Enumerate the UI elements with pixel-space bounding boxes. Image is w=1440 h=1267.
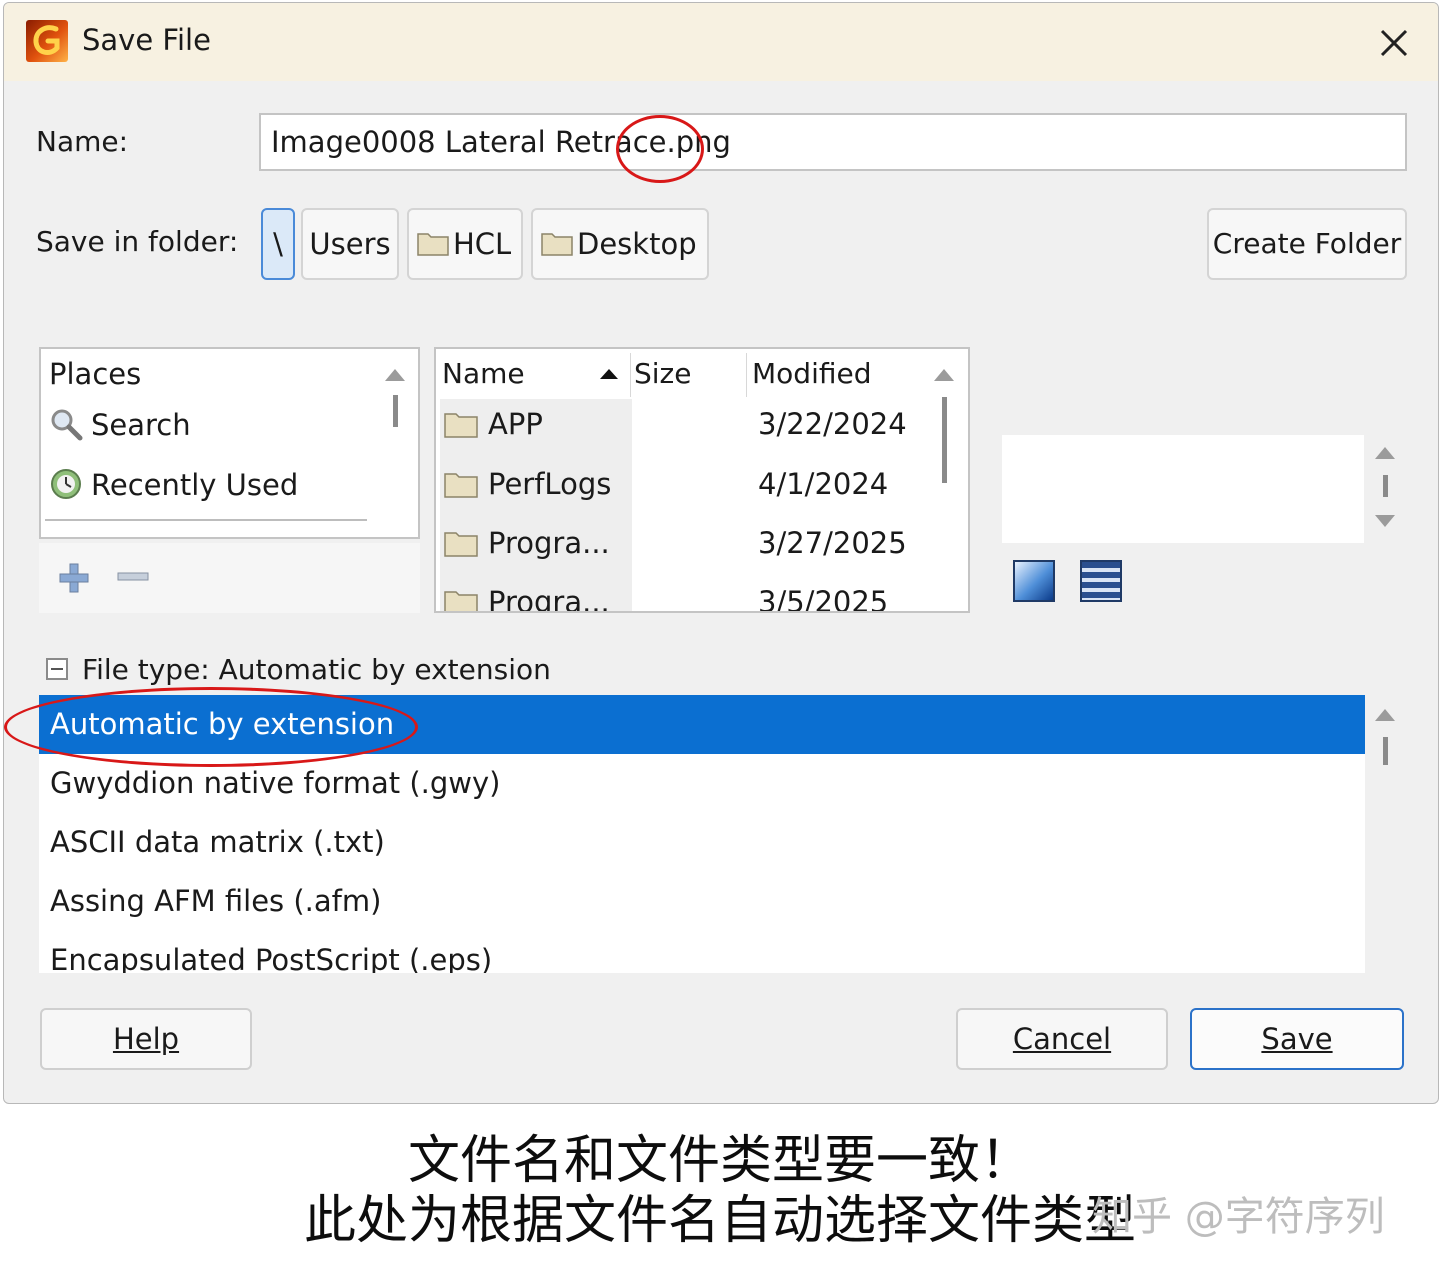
places-divider: [45, 519, 367, 521]
path-crumb-label: HCL: [453, 227, 512, 261]
folder-icon: [417, 233, 449, 256]
preview-scroll-thumb[interactable]: [1383, 475, 1388, 497]
column-header-size[interactable]: Size: [634, 357, 691, 390]
files-scroll-up[interactable]: [934, 369, 954, 381]
recent-icon: [51, 469, 81, 499]
preview-area: [1002, 435, 1364, 543]
list-item[interactable]: Encapsulated PostScript (.eps): [39, 931, 1365, 973]
places-scroll-thumb[interactable]: [393, 395, 398, 427]
file-type-header: File type: Automatic by extension: [82, 653, 551, 686]
path-crumb-root[interactable]: \: [261, 208, 295, 280]
preview-scroll-down[interactable]: [1375, 515, 1395, 527]
path-crumb-label: Desktop: [577, 227, 697, 261]
file-name: Progra...: [488, 526, 610, 560]
filetype-scroll-up[interactable]: [1375, 709, 1395, 721]
gwyddion-icon: [26, 20, 68, 62]
gradient-preview-icon[interactable]: [1013, 560, 1055, 602]
save-button[interactable]: Save: [1190, 1008, 1404, 1070]
path-crumb-users[interactable]: Users: [301, 208, 399, 280]
table-row[interactable]: Progra...: [444, 585, 610, 613]
files-scroll-thumb[interactable]: [942, 397, 947, 483]
list-item[interactable]: Assing AFM files (.afm): [39, 872, 1365, 931]
file-modified: 3/5/2025: [758, 585, 889, 613]
folder-icon: [444, 591, 478, 611]
path-crumb-hcl[interactable]: HCL: [407, 208, 523, 280]
cancel-button-label: Cancel: [1012, 1022, 1112, 1056]
path-crumb-desktop[interactable]: Desktop: [531, 208, 709, 280]
column-divider: [746, 353, 747, 397]
search-icon: [51, 409, 83, 441]
file-list-panel: Name Size Modified APP 3/22/2024 PerfLog…: [434, 347, 970, 613]
create-folder-button[interactable]: Create Folder: [1207, 208, 1407, 280]
cancel-button[interactable]: Cancel: [956, 1008, 1168, 1070]
folder-icon: [444, 413, 478, 438]
folder-icon: [444, 532, 478, 557]
places-header[interactable]: Places: [49, 357, 141, 391]
table-row[interactable]: PerfLogs: [444, 467, 611, 501]
file-type-list: Automatic by extension Gwyddion native f…: [39, 695, 1365, 973]
file-name: APP: [488, 407, 543, 441]
file-name: PerfLogs: [488, 467, 612, 501]
file-modified: 3/22/2024: [758, 407, 907, 441]
places-scroll-up[interactable]: [385, 369, 405, 381]
table-row[interactable]: Progra...: [444, 526, 610, 560]
name-label: Name:: [36, 125, 129, 158]
save-in-folder-label: Save in folder:: [36, 225, 239, 258]
lines-preview-icon[interactable]: [1080, 560, 1122, 602]
list-item[interactable]: ASCII data matrix (.txt): [39, 813, 1365, 872]
sort-ascending-icon: [600, 369, 618, 379]
places-item-search[interactable]: Search: [49, 407, 191, 442]
places-item-recently-used[interactable]: Recently Used: [49, 467, 298, 502]
table-row[interactable]: APP: [444, 407, 543, 441]
places-item-label: Search: [91, 408, 191, 442]
watermark: 知乎 @字符序列: [1092, 1194, 1385, 1240]
title-bar: Save File: [4, 3, 1438, 81]
remove-icon[interactable]: [117, 571, 149, 583]
close-icon: [1380, 29, 1408, 57]
folder-icon: [444, 473, 478, 498]
help-button-label: Help: [112, 1022, 180, 1056]
add-icon[interactable]: [57, 561, 91, 595]
list-item[interactable]: Gwyddion native format (.gwy): [39, 754, 1365, 813]
file-type-expander[interactable]: File type: Automatic by extension: [46, 653, 551, 686]
filename-input[interactable]: Image0008 Lateral Retrace.png: [259, 113, 1407, 171]
places-panel: Places Search Recently Used: [39, 347, 420, 539]
save-button-label: Save: [1261, 1022, 1333, 1056]
folder-icon: [541, 233, 573, 256]
list-item-selected[interactable]: Automatic by extension: [39, 695, 1365, 754]
collapse-icon: [46, 658, 68, 680]
preview-scroll-up[interactable]: [1375, 447, 1395, 459]
file-modified: 3/27/2025: [758, 526, 907, 560]
file-name: Progra...: [488, 585, 610, 613]
file-modified: 4/1/2024: [758, 467, 889, 501]
help-button[interactable]: Help: [40, 1008, 252, 1070]
filetype-scroll-thumb[interactable]: [1383, 737, 1388, 765]
places-toolbar: [39, 543, 420, 613]
places-item-label: Recently Used: [91, 468, 299, 502]
column-header-name[interactable]: Name: [442, 357, 525, 390]
close-button[interactable]: [1372, 21, 1416, 65]
save-file-dialog: Save File Name: Image0008 Lateral Retrac…: [3, 2, 1439, 1104]
window-title: Save File: [82, 23, 211, 57]
column-divider: [630, 353, 631, 397]
column-header-modified[interactable]: Modified: [752, 357, 871, 390]
